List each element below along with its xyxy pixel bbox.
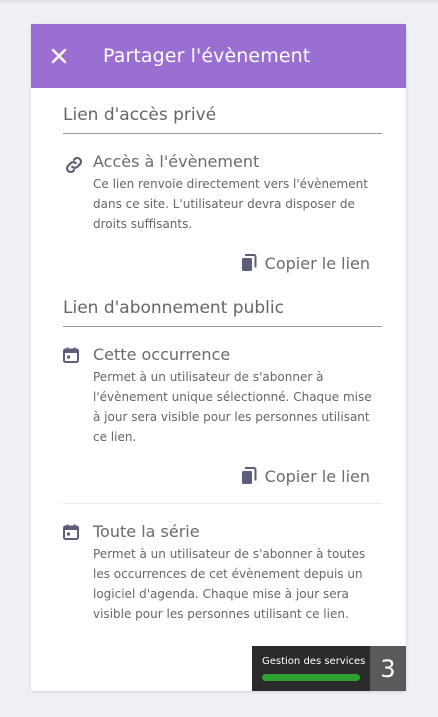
close-icon [51, 48, 67, 64]
single-occurrence-item: Cette occurrence Permet à un utilisateur… [63, 345, 382, 447]
whole-series-title: Toute la série [93, 522, 200, 541]
whole-series-item: Toute la série Permet à un utilisateur d… [63, 522, 382, 624]
single-occurrence-title: Cette occurrence [93, 345, 231, 364]
private-link-heading: Lien d'accès privé [63, 88, 382, 134]
public-link-heading: Lien d'abonnement public [63, 278, 382, 327]
top-border [0, 0, 438, 3]
copy-occurrence-link-label: Copier le lien [264, 466, 370, 486]
copy-private-link-label: Copier le lien [264, 253, 370, 273]
item-divider [63, 503, 382, 504]
services-badge-label: Gestion des services [262, 656, 366, 667]
copy-icon [241, 254, 257, 271]
whole-series-description: Permet à un utilisateur de s'abonner à t… [93, 547, 366, 621]
services-count: 3 [370, 646, 406, 691]
close-button[interactable] [31, 24, 87, 88]
dialog-content: Lien d'accès privé Accès à l'évènement C… [31, 88, 406, 624]
services-badge[interactable]: Gestion des services 3 [252, 646, 406, 691]
dialog-header: Partager l'évènement [31, 24, 406, 88]
share-event-dialog: Partager l'évènement Lien d'accès privé … [31, 24, 406, 691]
copy-private-link-button[interactable]: Copier le lien [63, 248, 370, 278]
event-access-title: Accès à l'évènement [93, 152, 260, 171]
dialog-title: Partager l'évènement [103, 45, 311, 67]
calendar-icon [63, 345, 93, 447]
copy-occurrence-link-button[interactable]: Copier le lien [63, 461, 370, 491]
single-occurrence-description: Permet à un utilisateur de s'abonner à l… [93, 370, 372, 444]
event-access-description: Ce lien renvoie directement vers l'évène… [93, 177, 368, 231]
event-access-item: Accès à l'évènement Ce lien renvoie dire… [63, 152, 382, 234]
services-progress-bar [262, 674, 360, 681]
link-icon [63, 152, 93, 234]
copy-icon [241, 467, 257, 484]
calendar-icon [63, 522, 93, 624]
